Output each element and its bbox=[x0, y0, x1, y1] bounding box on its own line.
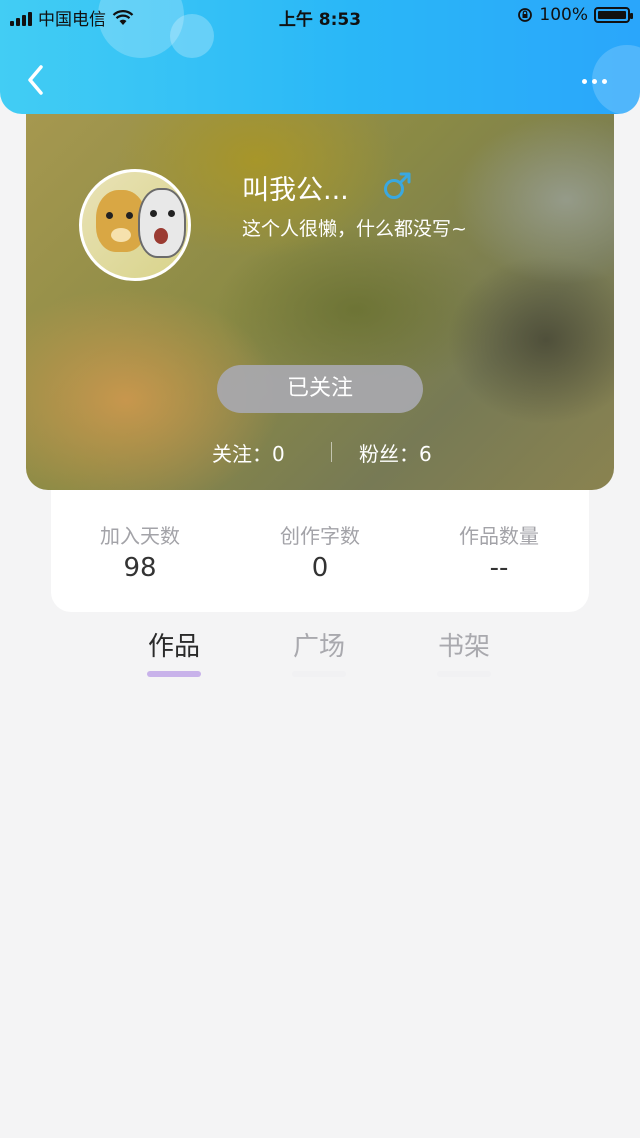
stat-label: 加入天数 bbox=[100, 524, 180, 548]
tab-label: 作品 bbox=[147, 632, 200, 662]
tab-indicator bbox=[437, 671, 491, 677]
more-dots-icon bbox=[581, 78, 587, 84]
back-button[interactable] bbox=[22, 62, 52, 98]
right-status-group: 100% bbox=[517, 5, 633, 25]
profile-card: 叫我公... 这个人很懒，什么都没写~ 已关注 关注：0 粉丝：6 bbox=[26, 80, 614, 490]
stat-value: 98 bbox=[123, 553, 157, 583]
tab-indicator bbox=[147, 671, 201, 677]
chevron-left-icon bbox=[28, 65, 43, 95]
avatar[interactable] bbox=[79, 169, 191, 281]
tab-bookshelf[interactable]: 书架 bbox=[414, 626, 514, 677]
battery-percent: 100% bbox=[539, 5, 588, 25]
stats-card: 加入天数 98 创作字数 0 作品数量 -- bbox=[51, 470, 589, 612]
count-divider bbox=[331, 442, 332, 462]
stat-value: -- bbox=[489, 553, 509, 583]
tab-indicator bbox=[292, 671, 346, 677]
stat-word-count: 创作字数 0 bbox=[230, 520, 410, 583]
more-options-button[interactable] bbox=[572, 66, 616, 96]
orientation-lock-icon bbox=[518, 8, 533, 22]
stat-value: 0 bbox=[311, 553, 329, 583]
tab-label: 书架 bbox=[437, 632, 490, 662]
status-bar: 中国电信 上午 8:53 100% bbox=[0, 0, 640, 34]
tab-label: 广场 bbox=[292, 632, 345, 662]
stat-label: 创作字数 bbox=[280, 524, 360, 548]
tab-square[interactable]: 广场 bbox=[269, 626, 369, 677]
follow-counts: 关注：0 粉丝：6 bbox=[26, 436, 614, 466]
tab-works[interactable]: 作品 bbox=[124, 626, 224, 677]
following-count[interactable]: 关注：0 bbox=[212, 438, 285, 467]
user-bio: 这个人很懒，什么都没写~ bbox=[242, 218, 467, 240]
stat-label: 作品数量 bbox=[459, 524, 539, 548]
battery-icon bbox=[594, 7, 633, 23]
username: 叫我公... bbox=[242, 175, 349, 206]
stat-join-days: 加入天数 98 bbox=[50, 520, 230, 583]
content-tabs: 作品 广场 书架 bbox=[0, 626, 640, 686]
male-symbol-icon bbox=[384, 172, 411, 199]
follow-button[interactable]: 已关注 bbox=[217, 365, 423, 413]
top-header: 中国电信 上午 8:53 100% bbox=[0, 0, 640, 114]
stat-works-count: 作品数量 -- bbox=[409, 520, 589, 583]
followers-count[interactable]: 粉丝：6 bbox=[359, 438, 432, 467]
